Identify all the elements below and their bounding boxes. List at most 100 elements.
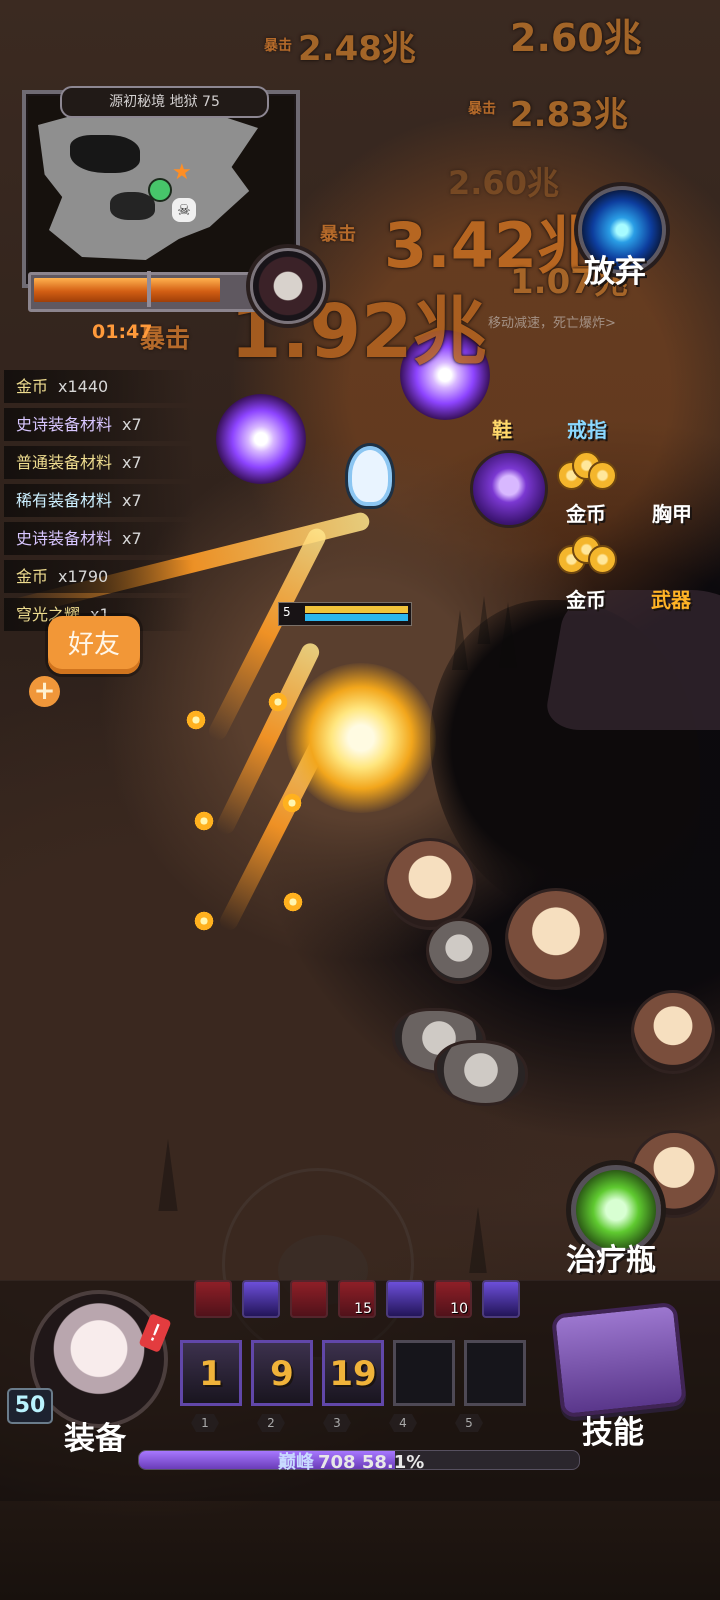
equipment-slots: 1 9 19 xyxy=(180,1340,526,1406)
equipment-button-label[interactable]: 装备 xyxy=(64,1413,126,1458)
fire-spark xyxy=(186,710,206,730)
crystal-shard xyxy=(158,1139,178,1211)
enemy-horned-beast xyxy=(384,838,476,930)
hero-level: 5 xyxy=(283,605,291,619)
fire-spark xyxy=(194,811,214,831)
ability-icon: 15 xyxy=(338,1280,376,1318)
crit-label: 暴击 xyxy=(320,224,356,245)
player-map-marker xyxy=(148,178,172,202)
boss-progress-fill xyxy=(34,278,220,302)
damage-number: 2.60兆 xyxy=(448,164,559,202)
drop-label-coins: 金币 xyxy=(566,502,606,526)
loot-name: 普通装备材料 xyxy=(16,453,113,472)
fire-spark xyxy=(268,692,288,712)
loot-log: 金币 x1440 史诗装备材料 x7 普通装备材料 x7 稀有装备材料 x7 史诗装备材… xyxy=(4,370,204,636)
loot-row: 稀有装备材料 x7 xyxy=(4,484,194,517)
loot-name: 金币 xyxy=(16,377,49,396)
status-effect-text: 移动减速，死亡爆炸> xyxy=(488,316,616,331)
skills-book-icon[interactable] xyxy=(550,1301,688,1419)
loot-name: 史诗装备材料 xyxy=(16,415,113,434)
crystal-shard xyxy=(499,602,517,668)
drop-label-weapon: 武器 xyxy=(651,588,691,612)
abandon-button-label[interactable]: 放弃 xyxy=(584,246,646,291)
equipment-slot[interactable]: 1 xyxy=(180,1340,242,1406)
enemy-horned-beast xyxy=(631,990,715,1074)
loot-qty: x7 xyxy=(122,453,142,472)
enemy-horned-beast xyxy=(505,888,607,990)
peak-value: 708 xyxy=(318,1452,356,1473)
equipment-slot[interactable] xyxy=(393,1340,455,1406)
enemy-wolf xyxy=(434,1040,528,1106)
crystal-shard xyxy=(452,610,468,670)
game-scene: 5 2.48兆 2.60兆 2.83兆 3.42兆 2.60兆 1.07兆 1.… xyxy=(0,0,720,1600)
loot-row: 金币 x1790 xyxy=(4,560,194,593)
drop-label-coins: 金币 xyxy=(566,588,606,612)
ability-count: 15 xyxy=(354,1301,372,1317)
damage-number: 2.83兆 xyxy=(510,95,628,135)
loot-qty: x1440 xyxy=(58,377,109,396)
loot-name: 史诗装备材料 xyxy=(16,529,113,548)
loot-qty: x7 xyxy=(122,415,142,434)
active-effects-bar: 15 10 xyxy=(194,1280,520,1320)
skills-button-label[interactable]: 技能 xyxy=(582,1407,644,1452)
potion-button-label[interactable]: 治疗瓶 xyxy=(566,1235,656,1279)
loot-name: 金币 xyxy=(16,567,49,586)
equipment-slot[interactable]: 9 xyxy=(251,1340,313,1406)
ability-icon xyxy=(482,1280,520,1318)
slot-number: 3 xyxy=(323,1414,351,1432)
slot-number: 4 xyxy=(389,1414,417,1432)
enemy-slime xyxy=(470,450,548,528)
peak-percent: 58.1% xyxy=(361,1452,425,1473)
hero-health-fill xyxy=(305,606,408,613)
loot-qty: x7 xyxy=(122,491,142,510)
equipment-slot[interactable] xyxy=(464,1340,526,1406)
slot-number: 1 xyxy=(191,1414,219,1432)
ability-icon xyxy=(290,1280,328,1318)
fire-spark xyxy=(194,911,214,931)
enemy-small-goblin xyxy=(426,918,492,984)
hero-character xyxy=(352,450,388,502)
damage-number: 2.48兆 xyxy=(298,29,416,69)
boss-progress-bar: : xyxy=(28,271,273,312)
star-icon: ★ xyxy=(172,160,192,185)
peak-label: 巅峰 xyxy=(278,1452,314,1473)
hero-status-bar: 5 xyxy=(278,602,412,626)
plus-icon[interactable]: + xyxy=(29,676,60,707)
boss-skull-icon xyxy=(250,248,326,324)
loot-qty: x7 xyxy=(122,529,142,548)
loot-row: 金币 x1440 xyxy=(4,370,194,403)
ability-icon xyxy=(194,1280,232,1318)
damage-number: 2.60兆 xyxy=(510,16,642,60)
slot-number: 2 xyxy=(257,1414,285,1432)
ability-icon xyxy=(242,1280,280,1318)
loot-qty: x1790 xyxy=(58,567,109,586)
countdown-timer: 01:47 xyxy=(92,321,153,343)
dungeon-title: 源初秘境 地狱 75 xyxy=(60,86,269,118)
skull-icon: ☠ xyxy=(172,198,196,222)
friends-button[interactable]: 好友 xyxy=(48,616,140,674)
crit-label: 暴击 xyxy=(468,101,496,117)
equipment-slot[interactable]: 19 xyxy=(322,1340,384,1406)
crit-label: 暴击 xyxy=(264,38,292,54)
drop-label-chest-armor: 胸甲 xyxy=(652,502,692,526)
loot-row: 史诗装备材料 x7 xyxy=(4,408,194,441)
boss-progress-marker xyxy=(147,271,151,307)
loot-row: 普通装备材料 x7 xyxy=(4,446,194,479)
ability-icon: 10 xyxy=(434,1280,472,1318)
fire-spark xyxy=(282,793,302,813)
purple-orb xyxy=(216,394,306,484)
explosion-effect xyxy=(286,663,436,813)
peak-progress-text: 巅峰 708 58.1% xyxy=(278,1448,424,1474)
slot-number: 5 xyxy=(455,1414,483,1432)
loot-row: 史诗装备材料 x7 xyxy=(4,522,194,555)
fire-spark xyxy=(283,892,303,912)
coin-drop-icon xyxy=(557,448,617,490)
ability-icon xyxy=(386,1280,424,1318)
crystal-shard xyxy=(469,1207,487,1273)
drop-label-ring: 戒指 xyxy=(567,418,607,442)
minimap-hole xyxy=(70,135,140,173)
slot-number-row: 1 2 3 4 5 xyxy=(191,1414,511,1432)
drop-label-shoes: 鞋 xyxy=(492,418,512,442)
player-level-badge: 50 xyxy=(7,1388,53,1424)
coin-drop-icon xyxy=(557,532,617,574)
